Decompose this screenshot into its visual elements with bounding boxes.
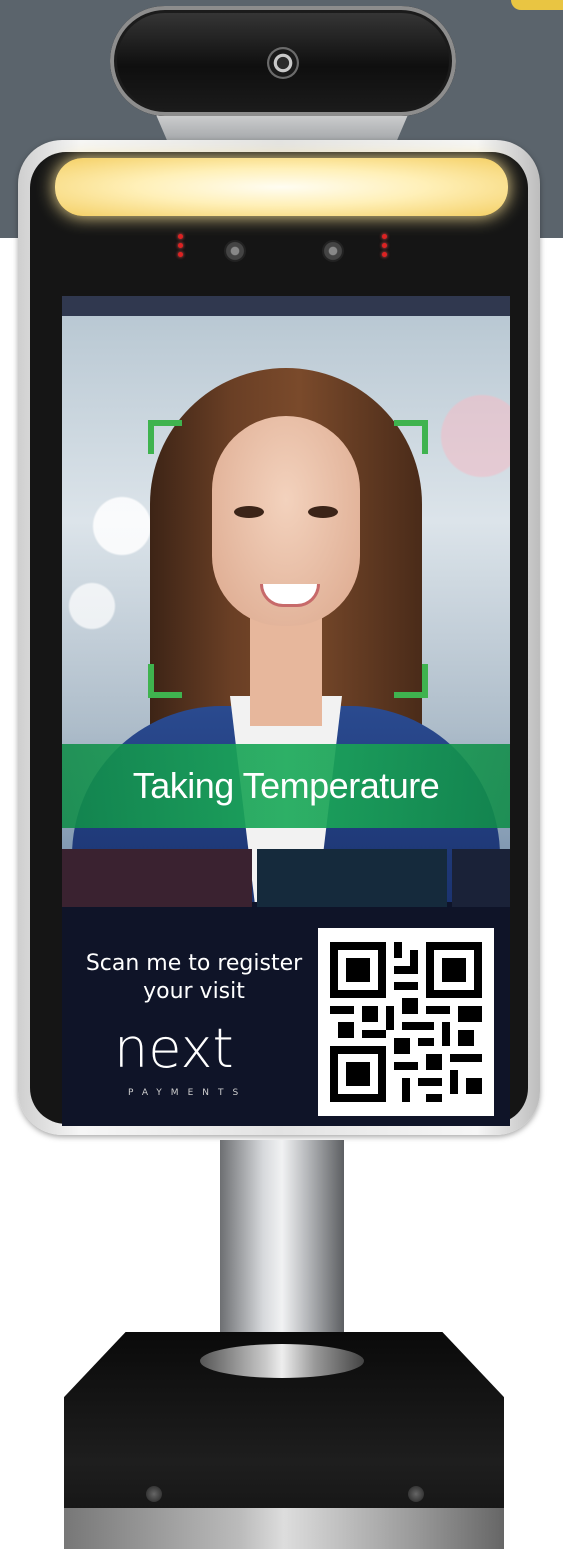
- status-banner: Taking Temperature: [62, 744, 510, 828]
- face-frame-corner: [394, 664, 428, 698]
- person-eye: [308, 506, 338, 518]
- face-frame-corner: [394, 420, 428, 454]
- qr-code-icon: [330, 942, 482, 1102]
- brand-logo-subtext: PAYMENTS: [128, 1088, 248, 1098]
- stand-foot: [64, 1508, 504, 1549]
- brand-logo-text: next: [114, 1017, 234, 1080]
- qr-code[interactable]: [318, 928, 494, 1116]
- person-eye: [234, 506, 264, 518]
- info-strip: [62, 849, 252, 907]
- background-accent: [511, 0, 563, 10]
- face-frame-corner: [148, 420, 182, 454]
- ir-indicator-right: [382, 234, 387, 262]
- ir-indicator-left: [178, 234, 183, 262]
- sensor-icon: [224, 240, 246, 262]
- screen-top-bar: [62, 296, 510, 316]
- info-strip: [452, 849, 510, 907]
- promo-text: Scan me to register your visit: [85, 951, 303, 1004]
- sensor-icon: [322, 240, 344, 262]
- camera-lens-icon: [267, 47, 299, 79]
- face-frame-corner: [148, 664, 182, 698]
- stand-collar: [200, 1344, 364, 1378]
- promo-panel: Scan me to register your visit next PAYM…: [62, 908, 510, 1126]
- screw: [408, 1486, 424, 1502]
- light-bar: [55, 158, 508, 216]
- kiosk-screen: Taking Temperature Scan me to register y…: [62, 296, 510, 1126]
- status-text: Taking Temperature: [132, 765, 440, 806]
- screw: [146, 1486, 162, 1502]
- brand-logo: next: [114, 1022, 274, 1082]
- info-strip: [257, 849, 447, 907]
